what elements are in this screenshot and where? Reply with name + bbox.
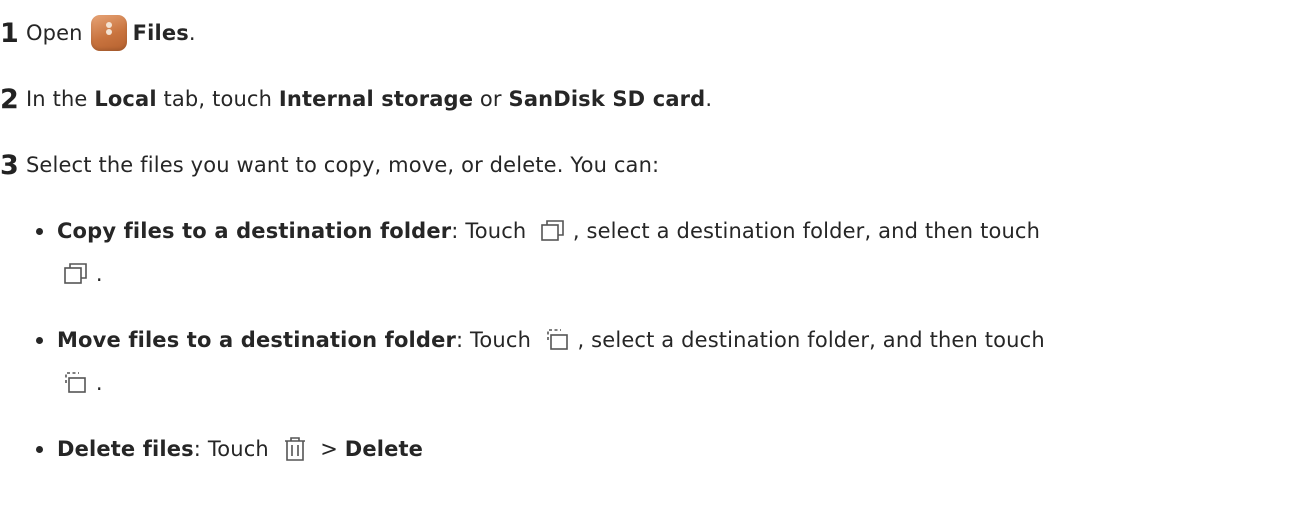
bullet-text: , select a destination folder, and then …: [577, 328, 1045, 352]
app-name: Files: [132, 21, 189, 45]
move-heading: Move files to a destination folder: [57, 328, 456, 352]
copy-icon: [540, 219, 566, 243]
separator: >: [320, 437, 338, 461]
move-bullet: Move files to a destination folder: Touc…: [36, 318, 1045, 362]
period: .: [95, 262, 103, 286]
move-icon: [545, 328, 571, 352]
bullet-text: : Touch: [455, 328, 532, 352]
step-1: 1 Open Files.: [0, 11, 196, 55]
step-3: 3 Select the files you want to copy, mov…: [0, 143, 659, 187]
move-bullet-continuation: .: [63, 361, 103, 405]
step-text: Open: [25, 21, 83, 45]
period: .: [95, 371, 103, 395]
bullet-dot: [36, 445, 43, 453]
step-text: In the: [25, 87, 88, 111]
step-text: Select the files you want to copy, move,…: [25, 153, 660, 177]
trash-icon: [283, 436, 307, 462]
bullet-text: : Touch: [193, 437, 269, 461]
sd-card-label: SanDisk SD card: [508, 87, 706, 111]
step-number: 1: [0, 17, 19, 49]
step-text: or: [479, 87, 502, 111]
period: .: [188, 21, 196, 45]
local-tab-label: Local: [94, 87, 157, 111]
bullet-dot: [36, 227, 43, 235]
step-number: 3: [0, 149, 19, 181]
bullet-text: , select a destination folder, and then …: [572, 219, 1041, 243]
copy-bullet-continuation: .: [63, 252, 103, 296]
step-2: 2 In the Local tab, touch Internal stora…: [0, 77, 712, 121]
delete-bullet: Delete files: Touch > Delete: [36, 427, 423, 471]
period: .: [705, 87, 713, 111]
copy-bullet: Copy files to a destination folder: Touc…: [36, 209, 1040, 253]
copy-heading: Copy files to a destination folder: [57, 219, 452, 243]
internal-storage-label: Internal storage: [278, 87, 474, 111]
move-icon: [63, 371, 89, 395]
files-app-icon: [90, 15, 127, 51]
delete-heading: Delete files: [57, 437, 194, 461]
bullet-dot: [36, 336, 43, 344]
step-number: 2: [0, 83, 19, 115]
bullet-text: : Touch: [451, 219, 527, 243]
delete-action-label: Delete: [344, 437, 424, 461]
step-text: tab, touch: [163, 87, 273, 111]
copy-icon: [63, 262, 89, 286]
